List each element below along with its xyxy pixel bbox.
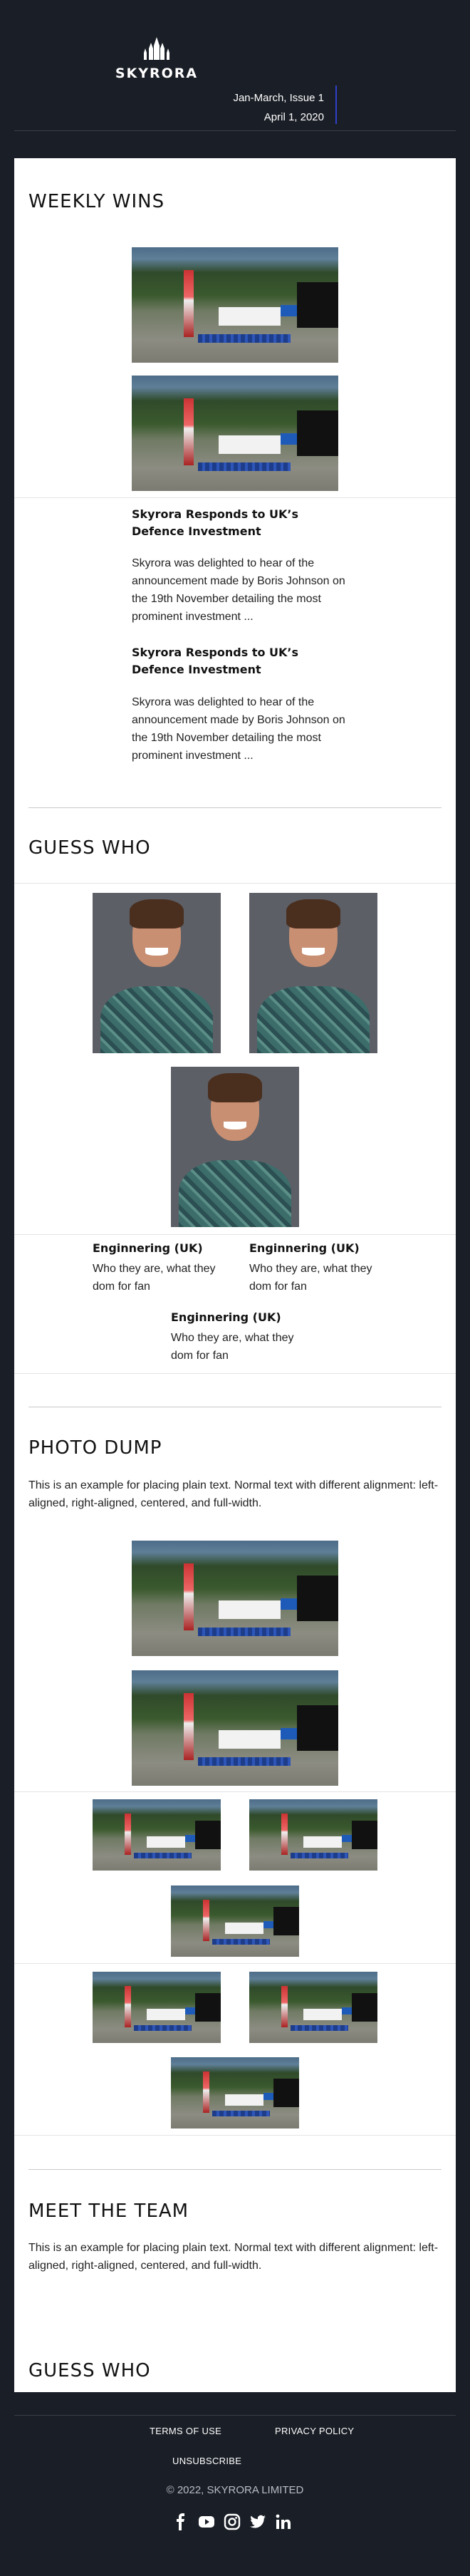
- article-title-2[interactable]: Skyrora Responds to UK’s Defence Investm…: [132, 644, 345, 678]
- photo-dump-thumb-3: [171, 1886, 299, 1957]
- newsletter-body: WEEKLY WINS Skyrora Responds to UK’s Def…: [14, 158, 456, 2392]
- rocket-logo-icon: [144, 37, 169, 60]
- unsubscribe-link[interactable]: UNSUBSCRIBE: [172, 2456, 241, 2466]
- article-title-1[interactable]: Skyrora Responds to UK’s Defence Investm…: [132, 506, 345, 540]
- copyright: © 2022, SKYRORA LIMITED: [166, 2484, 304, 2496]
- photo-dump-thumb-5: [249, 1972, 377, 2043]
- guess-who-title: GUESS WHO: [28, 837, 151, 859]
- person-desc-3: Who they are, what they dom for fan: [171, 1332, 294, 1362]
- article-text-1: Skyrora was delighted to hear of the ann…: [132, 557, 345, 623]
- guess-who-title-2: GUESS WHO: [28, 2360, 151, 2381]
- newsletter-header: SKYRORA Jan-March, Issue 1 April 1, 2020: [0, 0, 470, 158]
- section-divider: [14, 1963, 456, 1964]
- photo-dump-photo-1: [132, 1541, 338, 1656]
- facebook-icon[interactable]: [172, 2513, 189, 2530]
- person-photo-2: [249, 893, 377, 1053]
- issue-date: April 1, 2020: [263, 111, 324, 123]
- section-divider: [14, 883, 456, 884]
- header-divider: [14, 130, 456, 131]
- linkedin-icon[interactable]: [275, 2513, 292, 2530]
- article-text-2: Skyrora was delighted to hear of the ann…: [132, 696, 345, 762]
- section-divider: [14, 1373, 456, 1374]
- photo-dump-thumb-1: [93, 1799, 221, 1871]
- meet-team-text: This is an example for placing plain tex…: [28, 2242, 439, 2272]
- section-divider: [14, 1234, 456, 1235]
- weekly-wins-photo-2: [132, 376, 338, 491]
- photo-dump-thumb-6: [171, 2057, 299, 2128]
- terms-link[interactable]: TERMS OF USE: [150, 2426, 221, 2436]
- photo-dump-thumb-4: [93, 1972, 221, 2043]
- person-role-1: Enginnering (UK): [93, 1241, 203, 1255]
- section-separator: [28, 2169, 442, 2170]
- logo-text: SKYRORA: [115, 66, 199, 81]
- weekly-wins-title: WEEKLY WINS: [28, 191, 165, 212]
- photo-dump-thumb-2: [249, 1799, 377, 1871]
- section-divider: [14, 497, 456, 498]
- issue-label: Jan-March, Issue 1: [233, 92, 324, 104]
- twitter-icon[interactable]: [249, 2513, 266, 2530]
- instagram-icon[interactable]: [224, 2513, 241, 2530]
- section-divider: [14, 2135, 456, 2136]
- section-divider: [14, 1791, 456, 1792]
- skyrora-logo[interactable]: SKYRORA: [114, 36, 199, 81]
- person-desc-1: Who they are, what they dom for fan: [93, 1263, 216, 1293]
- photo-dump-photo-2: [132, 1670, 338, 1786]
- person-role-2: Enginnering (UK): [249, 1241, 360, 1255]
- person-photo-3: [171, 1067, 299, 1227]
- accent-bar: [335, 86, 337, 124]
- person-photo-1: [93, 893, 221, 1053]
- issue-info: Jan-March, Issue 1 April 1, 2020: [233, 88, 324, 127]
- weekly-wins-photo-1: [132, 247, 338, 363]
- youtube-icon[interactable]: [198, 2513, 215, 2530]
- meet-team-title: MEET THE TEAM: [28, 2200, 189, 2222]
- privacy-link[interactable]: PRIVACY POLICY: [275, 2426, 354, 2436]
- photo-dump-text: This is an example for placing plain tex…: [28, 1479, 439, 1509]
- person-desc-2: Who they are, what they dom for fan: [249, 1263, 372, 1293]
- photo-dump-title: PHOTO DUMP: [28, 1437, 162, 1459]
- footer-divider: [14, 2415, 456, 2416]
- person-role-3: Enginnering (UK): [171, 1310, 281, 1324]
- section-separator: [28, 807, 442, 808]
